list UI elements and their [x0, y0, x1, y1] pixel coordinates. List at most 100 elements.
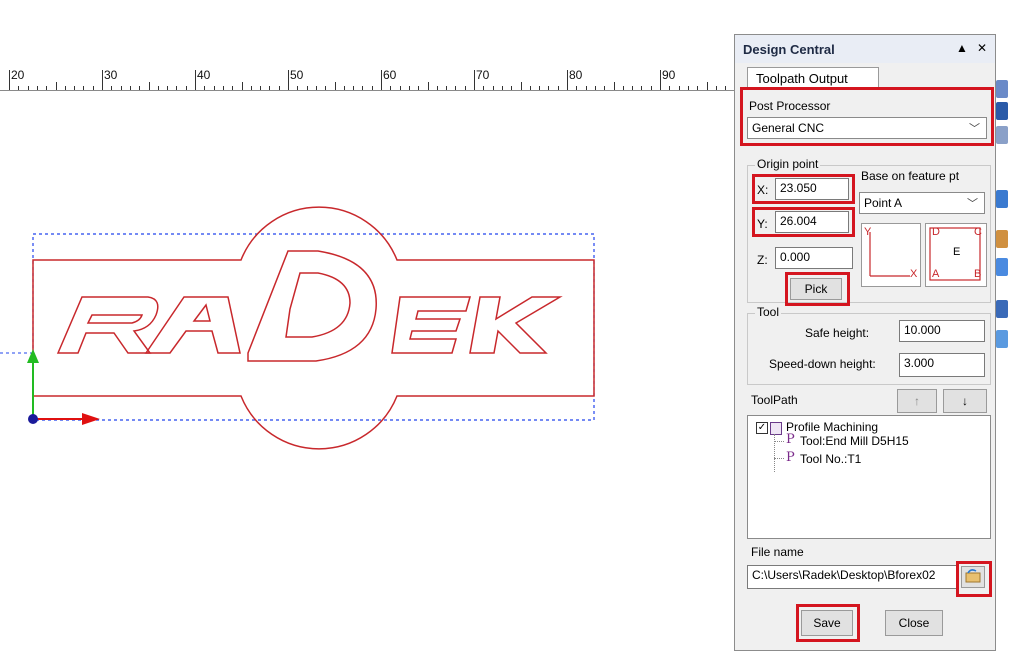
ruler-tick — [213, 86, 215, 90]
right-toolbar-strip — [996, 80, 1009, 370]
tree-toolno-label[interactable]: Tool No.:T1 — [800, 452, 861, 466]
ruler-tick — [390, 86, 392, 90]
toolbar-icon[interactable] — [996, 126, 1008, 144]
ruler-tick — [464, 86, 466, 90]
ruler-tick — [408, 86, 410, 90]
diagram-b-label: B — [974, 268, 982, 280]
ruler-tick — [343, 86, 345, 90]
ruler-tick — [129, 86, 131, 90]
toolbar-icon[interactable] — [996, 330, 1008, 348]
ruler-tick — [427, 82, 429, 90]
x-axis-arrow-icon — [82, 413, 100, 425]
safe-height-input[interactable]: 10.000 — [899, 320, 985, 342]
diagram-y-label: Y — [864, 226, 872, 238]
ruler-tick — [232, 86, 234, 90]
toolbar-icon[interactable] — [996, 230, 1008, 248]
file-name-label: File name — [751, 545, 804, 559]
ruler-tick — [102, 70, 103, 90]
ruler-tick — [269, 86, 271, 90]
file-path-input[interactable]: C:\Users\Radek\Desktop\Bforex02 — [747, 565, 959, 589]
ruler-tick — [371, 86, 373, 90]
toolbar-icon[interactable] — [996, 190, 1008, 208]
move-down-button[interactable]: ↓ — [943, 389, 987, 413]
ruler-tick — [288, 70, 289, 90]
ruler-tick — [185, 86, 187, 90]
diagram-c-label: C — [974, 226, 982, 238]
ruler-tick — [632, 86, 634, 90]
highlight-save — [796, 604, 860, 642]
chevron-down-icon: ﹀ — [967, 198, 978, 210]
ruler-tick — [18, 86, 20, 90]
ruler-tick — [418, 86, 420, 90]
toolpath-tree[interactable]: ✓ Profile Machining P Tool:End Mill D5H1… — [747, 415, 991, 539]
y-axis-arrow-icon — [27, 349, 39, 363]
tree-line — [774, 458, 784, 460]
ruler-label: 40 — [197, 68, 211, 82]
ruler-tick — [278, 86, 280, 90]
collapse-icon[interactable]: ▲ — [955, 40, 969, 56]
ruler-label: 80 — [569, 68, 583, 82]
ruler-tick — [222, 86, 224, 90]
highlight-pick — [785, 272, 850, 306]
toolbar-icon[interactable] — [996, 80, 1008, 98]
ruler-tick — [557, 86, 559, 90]
ruler-tick — [539, 86, 541, 90]
close-button[interactable]: Close — [885, 610, 943, 636]
close-icon[interactable]: ✕ — [975, 40, 989, 56]
ruler-tick — [27, 86, 29, 90]
ruler-tick — [148, 82, 150, 90]
z-input[interactable]: 0.000 — [775, 247, 853, 269]
ruler-tick — [157, 86, 159, 90]
speed-down-input[interactable]: 3.000 — [899, 353, 985, 377]
ruler-tick — [446, 86, 448, 90]
drawing-canvas[interactable] — [0, 91, 740, 655]
ruler-tick — [697, 86, 699, 90]
tree-line — [774, 434, 776, 472]
ruler-tick — [250, 86, 252, 90]
toolbar-icon[interactable] — [996, 102, 1008, 120]
highlight-x — [752, 174, 855, 204]
ruler-tick — [455, 86, 457, 90]
ruler-tick — [576, 86, 578, 90]
move-up-button[interactable]: ↑ — [897, 389, 937, 413]
tree-root-label[interactable]: Profile Machining — [786, 420, 878, 434]
ruler-tick — [678, 86, 680, 90]
speed-down-label: Speed-down height: — [769, 357, 876, 371]
ruler-tick — [399, 86, 401, 90]
ruler-tick — [64, 86, 66, 90]
ruler-tick — [641, 86, 643, 90]
highlight-y — [752, 207, 855, 237]
ruler-tick — [315, 86, 317, 90]
ruler-label: 50 — [290, 68, 304, 82]
p-icon: P — [786, 432, 795, 447]
toolpath-label: ToolPath — [751, 393, 798, 407]
checkbox-icon[interactable]: ✓ — [756, 422, 768, 434]
ruler-tick — [474, 70, 475, 90]
ruler-tick — [483, 86, 485, 90]
feature-point-select[interactable]: Point A ﹀ — [859, 192, 985, 214]
ruler-tick — [92, 86, 94, 90]
ruler-tick — [55, 82, 57, 90]
tree-tool-label[interactable]: Tool:End Mill D5H15 — [800, 434, 909, 448]
horizontal-ruler: 20 30 40 50 60 70 80 90 — [0, 63, 740, 91]
ruler-tick — [36, 86, 38, 90]
ruler-label: 70 — [476, 68, 490, 82]
toolbar-icon[interactable] — [996, 300, 1008, 318]
ruler-tick — [204, 86, 206, 90]
diagram-a-label: A — [932, 268, 940, 280]
panel-titlebar: Design Central ▲ ✕ — [735, 35, 995, 63]
ruler-tick — [492, 86, 494, 90]
toolbar-icon[interactable] — [996, 258, 1008, 276]
origin-point-label: Origin point — [755, 157, 821, 171]
ruler-label: 20 — [11, 68, 25, 82]
ruler-tick — [167, 86, 169, 90]
diagram-e-label: E — [953, 246, 961, 258]
ruler-tick — [9, 70, 10, 90]
ruler-tick — [660, 70, 661, 90]
ruler-tick — [613, 82, 615, 90]
ruler-tick — [594, 86, 596, 90]
ruler-tick — [46, 86, 48, 90]
tab-label: Toolpath Output — [756, 71, 848, 86]
logo-letters — [56, 250, 563, 362]
highlight-browse — [956, 561, 992, 597]
